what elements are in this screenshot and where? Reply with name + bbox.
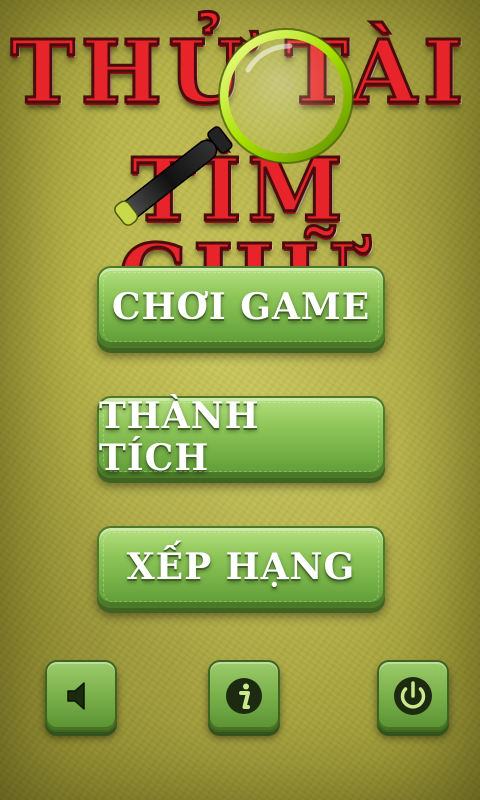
achievements-label: THÀNH TÍCH (99, 395, 260, 479)
achievements-button[interactable]: THÀNH TÍCH (97, 395, 385, 479)
info-button[interactable] (208, 660, 280, 732)
info-icon (226, 678, 262, 714)
power-button[interactable] (377, 660, 449, 732)
speaker-icon (67, 682, 85, 710)
play-game-label: CHƠI GAME (111, 286, 371, 328)
ranking-label: XẾP HẠNG (126, 546, 356, 588)
title-line-1: THỬ TÀI (9, 22, 470, 123)
sound-button[interactable] (45, 660, 117, 732)
power-icon (394, 677, 432, 715)
play-game-button[interactable]: CHƠI GAME (97, 266, 385, 348)
ranking-button[interactable]: XẾP HẠNG (97, 526, 385, 608)
